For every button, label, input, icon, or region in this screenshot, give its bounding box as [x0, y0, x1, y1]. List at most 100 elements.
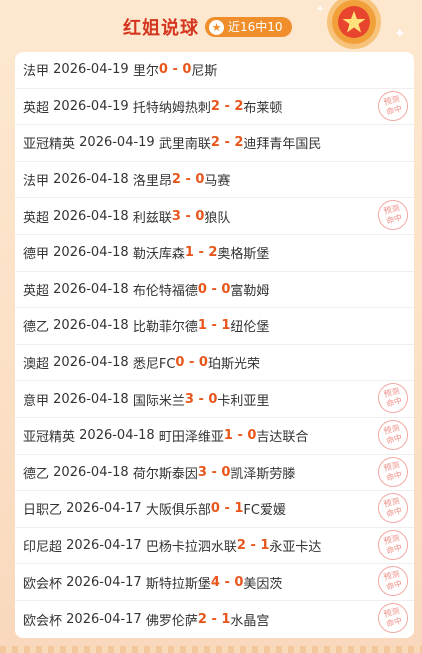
home-score: 0	[158, 62, 168, 78]
home-team: 町田泽维亚	[158, 430, 224, 446]
home-team: 布伦特福德	[132, 283, 198, 299]
home-score: 2	[197, 611, 207, 627]
score-separator: -	[193, 245, 209, 261]
home-score: 2	[210, 98, 220, 114]
home-score: 0	[197, 281, 207, 297]
match-row[interactable]: 日职乙 2026-04-17 大阪俱乐部 0 - 1 FC爱媛 预测 命中	[15, 489, 414, 528]
match-league: 德乙	[23, 466, 50, 482]
match-date: 2026-04-18	[53, 355, 129, 371]
match-row[interactable]: 德乙 2026-04-18 荷尔斯泰因 3 - 0 凯泽斯劳滕 预测 命中	[15, 453, 414, 492]
prediction-hit-stamp: 预测 命中	[374, 416, 412, 454]
score-separator: -	[180, 208, 196, 224]
match-date: 2026-04-17	[66, 501, 142, 517]
match-league: 意甲	[23, 393, 50, 409]
away-team: 卡利亚里	[217, 393, 270, 409]
away-team: 珀斯光荣	[207, 357, 260, 373]
home-score: 0	[210, 501, 220, 517]
prediction-hit-stamp: 预测 命中	[374, 379, 412, 417]
match-row[interactable]: 亚冠精英 2026-04-19 武里南联 2 - 2 迪拜青年国民	[15, 125, 414, 162]
away-score: 2	[234, 98, 244, 114]
match-league: 欧会杯	[23, 613, 63, 629]
match-league: 德乙	[23, 320, 50, 336]
away-score: 2	[208, 245, 218, 261]
prediction-hit-stamp: 预测 命中	[374, 453, 412, 490]
home-team: 武里南联	[158, 137, 211, 153]
away-score: 1	[234, 501, 244, 517]
match-row[interactable]: 法甲 2026-04-18 洛里昂 2 - 0 马赛	[15, 162, 414, 199]
home-score: 4	[210, 574, 220, 590]
match-row[interactable]: 印尼超 2026-04-17 巴杨卡拉泗水联 2 - 1 永亚卡达 预测 命中	[15, 526, 414, 565]
match-league: 亚冠精英	[23, 430, 76, 446]
prediction-hit-stamp: 预测 命中	[374, 197, 412, 234]
home-score: 1	[197, 318, 207, 334]
home-team: 佛罗伦萨	[145, 613, 198, 629]
home-team: 里尔	[132, 64, 159, 80]
match-league: 印尼超	[23, 540, 63, 556]
match-league: 日职乙	[23, 503, 63, 519]
score-separator: -	[193, 391, 209, 407]
header: 红姐说球 ★ 近16中10 ✦ ✦	[0, 0, 422, 52]
match-date: 2026-04-18	[79, 428, 155, 444]
away-team: 尼斯	[191, 64, 218, 80]
match-list: 法甲 2026-04-19 里尔 0 - 0 尼斯 英超 2026-04-19 托特纳…	[15, 52, 414, 638]
score-separator: -	[180, 172, 196, 188]
match-row[interactable]: 澳超 2026-04-18 悉尼FC 0 - 0 珀斯光荣	[15, 345, 414, 382]
match-league: 英超	[23, 210, 50, 226]
away-score: 0	[247, 428, 257, 444]
score-separator: -	[206, 464, 222, 480]
match-league: 法甲	[23, 174, 50, 190]
away-team: 富勒姆	[230, 283, 270, 299]
match-league: 亚冠精英	[23, 137, 76, 153]
score-separator: -	[219, 98, 235, 114]
away-team: 凯泽斯劳滕	[230, 466, 296, 482]
match-date: 2026-04-19	[53, 98, 129, 114]
away-score: 1	[260, 538, 270, 554]
match-row[interactable]: 亚冠精英 2026-04-18 町田泽维亚 1 - 0 吉达联合 预测 命中	[15, 416, 414, 455]
home-team: 荷尔斯泰因	[132, 466, 198, 482]
match-row[interactable]: 欧会杯 2026-04-17 斯特拉斯堡 4 - 0 美因茨 预测 命中	[15, 562, 414, 601]
score-separator: -	[219, 135, 235, 151]
match-row[interactable]: 德甲 2026-04-18 勒沃库森 1 - 2 奥格斯堡	[15, 235, 414, 272]
match-row[interactable]: 法甲 2026-04-19 里尔 0 - 0 尼斯	[15, 52, 414, 89]
away-team: 纽伦堡	[230, 320, 270, 336]
home-team: 洛里昂	[132, 174, 172, 190]
away-team: 狼队	[204, 210, 231, 226]
away-score: 0	[198, 355, 208, 371]
prediction-hit-stamp: 预测 命中	[374, 562, 412, 600]
home-score: 2	[171, 172, 181, 188]
medal-icon	[327, 0, 381, 49]
home-team: 利兹联	[132, 210, 172, 226]
match-row[interactable]: 德乙 2026-04-18 比勒菲尔德 1 - 1 纽伦堡	[15, 308, 414, 345]
away-team: 水晶宫	[230, 613, 270, 629]
match-date: 2026-04-18	[53, 172, 129, 188]
away-score: 0	[221, 281, 231, 297]
away-score: 0	[182, 62, 192, 78]
away-score: 1	[221, 611, 231, 627]
away-team: 美因茨	[243, 576, 283, 592]
score-separator: -	[245, 538, 261, 554]
match-row[interactable]: 英超 2026-04-18 利兹联 3 - 0 狼队 预测 命中	[15, 197, 414, 235]
home-team: 比勒菲尔德	[132, 320, 198, 336]
match-date: 2026-04-18	[53, 245, 129, 261]
match-date: 2026-04-19	[53, 62, 129, 78]
hit-rate-text: 近16中10	[228, 20, 283, 34]
match-row[interactable]: 意甲 2026-04-18 国际米兰 3 - 0 卡利亚里 预测 命中	[15, 379, 414, 418]
score-separator: -	[206, 318, 222, 334]
match-date: 2026-04-18	[53, 464, 129, 480]
match-date: 2026-04-17	[66, 611, 142, 627]
prediction-hit-stamp: 预测 命中	[374, 526, 412, 564]
away-team: 布莱顿	[243, 100, 283, 116]
home-team: 大阪俱乐部	[145, 503, 211, 519]
match-row[interactable]: 英超 2026-04-19 托特纳姆热刺 2 - 2 布莱顿 预测 命中	[15, 87, 414, 126]
away-team: FC爱媛	[243, 503, 286, 519]
score-separator: -	[184, 355, 199, 371]
home-score: 1	[223, 428, 233, 444]
away-team: 迪拜青年国民	[243, 137, 322, 153]
match-date: 2026-04-18	[53, 281, 129, 297]
match-date: 2026-04-19	[79, 135, 155, 151]
away-score: 0	[234, 574, 244, 590]
match-date: 2026-04-18	[53, 208, 129, 224]
match-row[interactable]: 英超 2026-04-18 布伦特福德 0 - 0 富勒姆	[15, 272, 414, 309]
match-row[interactable]: 欧会杯 2026-04-17 佛罗伦萨 2 - 1 水晶宫 预测 命中	[15, 599, 414, 638]
home-team: 勒沃库森	[132, 247, 185, 263]
